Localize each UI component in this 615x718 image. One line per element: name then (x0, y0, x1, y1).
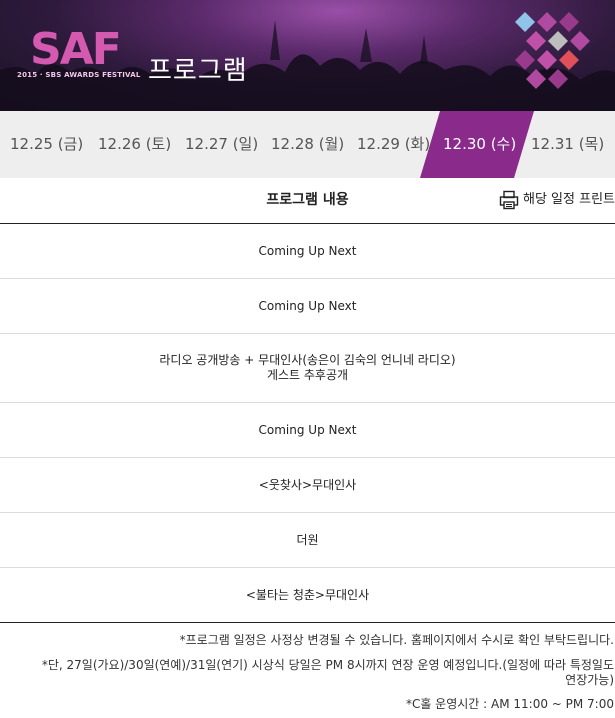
note-c-hall-hours: *C홀 운영시간 : AM 11:00 ~ PM 7:00 (405, 697, 614, 711)
row-subtext: 게스트 추후공개 (266, 368, 349, 382)
table-row: Coming Up Next (0, 224, 615, 279)
row-text: Coming Up Next (258, 243, 357, 258)
table-row: 라디오 공개방송 + 무대인사(송은이 김숙의 언니네 라디오) 게스트 추후공… (0, 334, 615, 403)
page-title: 프로그램 (148, 56, 248, 86)
tab-12-26[interactable]: 12.26 (토) (98, 111, 171, 178)
row-text: Coming Up Next (258, 422, 357, 437)
tab-12-29[interactable]: 12.29 (화) (357, 111, 430, 178)
printer-icon (499, 190, 519, 210)
table-row: <웃찾사>무대인사 (0, 458, 615, 513)
row-text: 더원 (296, 532, 319, 547)
table-header: 프로그램 내용 해당 일정 프린트 (0, 178, 615, 224)
table-row: <불타는 청춘>무대인사 (0, 568, 615, 623)
print-button[interactable]: 해당 일정 프린트 (499, 188, 615, 212)
table-row: Coming Up Next (0, 279, 615, 334)
tab-12-28[interactable]: 12.28 (월) (271, 111, 344, 178)
tab-12-27[interactable]: 12.27 (일) (185, 111, 258, 178)
tab-12-31[interactable]: 12.31 (목) (531, 111, 604, 178)
note-extended-hours-cont: 연장가능) (565, 673, 614, 687)
table-row: 더원 (0, 513, 615, 568)
header-banner: SAF 2015 · SBS AWARDS FESTIVAL 프로그램 (0, 0, 615, 111)
row-text: 라디오 공개방송 + 무대인사(송은이 김숙의 언니네 라디오) (159, 353, 456, 367)
diamond-pattern-icon (515, 12, 590, 89)
note-schedule-change: *프로그램 일정은 사정상 변경될 수 있습니다. 홈페이지에서 수시로 확인 … (179, 633, 614, 647)
tab-12-25[interactable]: 12.25 (금) (10, 111, 83, 178)
print-label: 해당 일정 프린트 (523, 192, 615, 207)
date-tabs: 12.25 (금) 12.26 (토) 12.27 (일) 12.28 (월) … (0, 111, 615, 178)
notes: *프로그램 일정은 사정상 변경될 수 있습니다. 홈페이지에서 수시로 확인 … (0, 623, 615, 718)
logo-subtitle: 2015 · SBS AWARDS FESTIVAL (17, 71, 141, 79)
tab-12-30[interactable]: 12.30 (수) (443, 111, 516, 178)
table-row: Coming Up Next (0, 403, 615, 458)
logo: SAF (30, 24, 122, 75)
row-text: Coming Up Next (258, 298, 357, 313)
row-text: <웃찾사>무대인사 (258, 477, 357, 492)
row-text: <불타는 청춘>무대인사 (245, 587, 370, 602)
note-extended-hours: *단, 27일(가요)/30일(연예)/31일(연기) 시상식 당일은 PM 8… (41, 658, 614, 672)
